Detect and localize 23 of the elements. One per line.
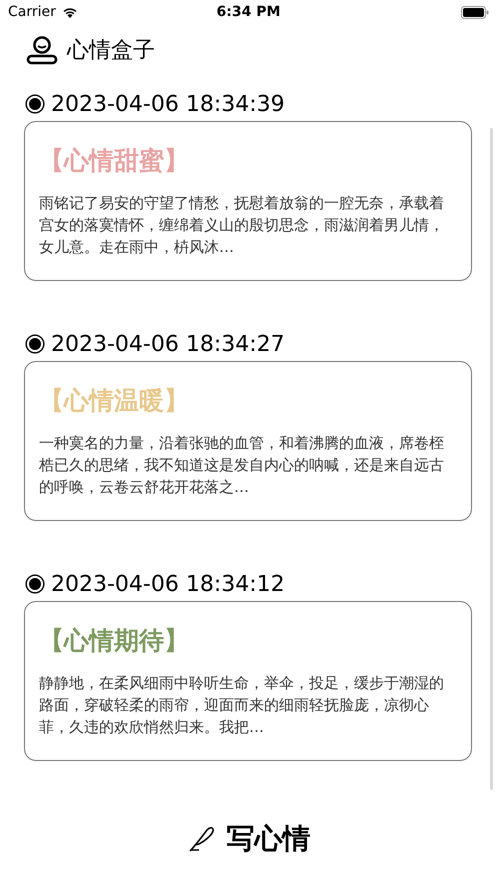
feather-pen-icon bbox=[186, 824, 216, 854]
mood-text: 静静地，在柔风细雨中聆听生命，举伞，投足，缓步于潮湿的路面，穿破轻柔的雨帘，迎面而来的细雨轻抚脸庞，凉彻心菲，久违的欢欣悄然归来。我把… bbox=[39, 673, 445, 738]
entry-timestamp: 2023-04-06 18:34:12 bbox=[51, 570, 285, 598]
carrier-label: Carrier bbox=[8, 3, 56, 22]
mood-card[interactable]: 【心情期待】 静静地，在柔风细雨中聆听生命，举伞，投足，缓步于潮湿的路面，穿破轻柔的雨帘，迎面而来的细雨轻抚脸庞，凉彻心菲，久违的欢欣悄然归来。我把… bbox=[24, 601, 472, 761]
battery-icon bbox=[460, 6, 489, 19]
entry-timestamp: 2023-04-06 18:34:39 bbox=[51, 90, 285, 118]
mood-card[interactable]: 【心情甜蜜】 雨铭记了易安的守望了情愁，抚慰着放翁的一腔无奈，承载着宫女的落寞情怀，缠绵着义山的殷切思念，雨滋润着男儿情，女儿意。走在雨中，枿风沐… bbox=[24, 121, 472, 281]
radio-dot-icon bbox=[25, 574, 45, 594]
app-title: 心情盒子 bbox=[67, 36, 155, 64]
wifi-icon bbox=[62, 6, 78, 18]
entry-timestamp: 2023-04-06 18:34:27 bbox=[51, 330, 285, 358]
mood-title: 【心情期待】 bbox=[39, 625, 190, 657]
mood-text: 一种寞名的力量，沿着张驰的血管，和着沸腾的血液，席卷桎梏已久的思绪，我不知道这是发自内心的呐喊，还是来自远古的呼唤，云卷云舒花开花落之… bbox=[39, 433, 445, 498]
radio-dot-icon bbox=[25, 334, 45, 354]
mood-card[interactable]: 【心情温暖】 一种寞名的力量，沿着张驰的血管，和着沸腾的血液，席卷桎梏已久的思绪，我不知道这是发自内心的呐喊，还是来自远古的呼唤，云卷云舒花开花落之… bbox=[24, 361, 472, 521]
user-icon bbox=[25, 35, 59, 65]
radio-dot-icon bbox=[25, 94, 45, 114]
mood-text: 雨铭记了易安的守望了情愁，抚慰着放翁的一腔无奈，承载着宫女的落寞情怀，缠绵着义山的殷切思念，雨滋润着男儿情，女儿意。走在雨中，枿风沐… bbox=[39, 193, 445, 258]
mood-title: 【心情温暖】 bbox=[39, 385, 190, 417]
mood-title: 【心情甜蜜】 bbox=[39, 145, 190, 177]
status-time: 6:34 PM bbox=[216, 3, 280, 22]
write-mood-button[interactable]: 写心情 bbox=[186, 818, 310, 860]
